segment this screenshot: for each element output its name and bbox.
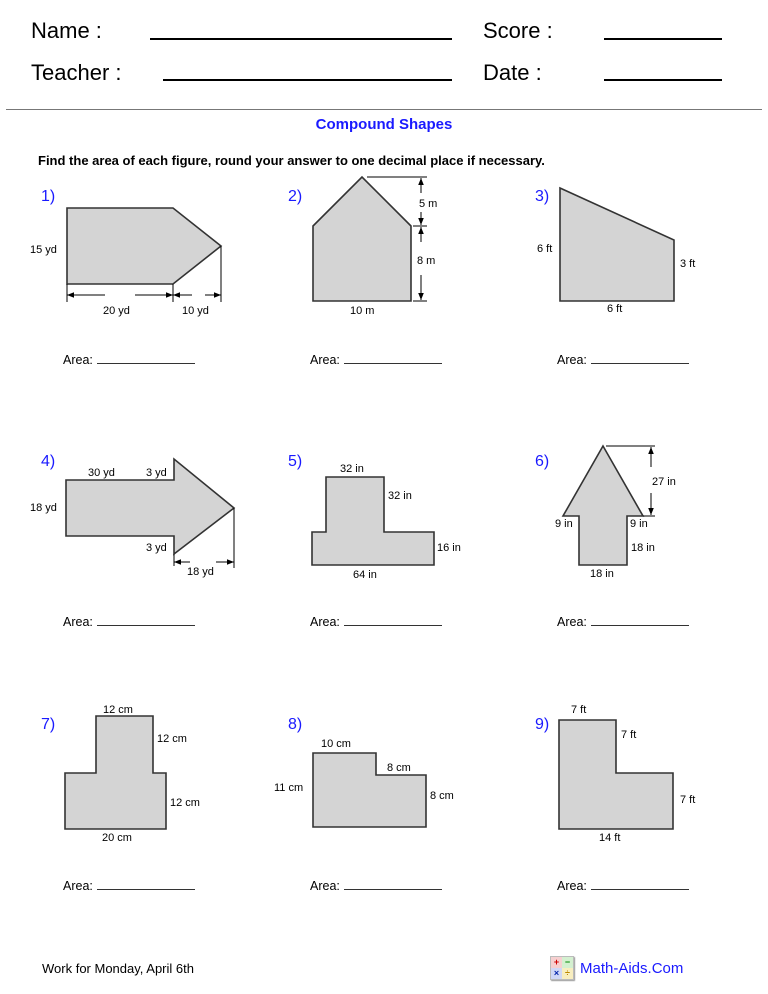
figure-6-label: 27 in xyxy=(652,476,676,488)
area-label: Area: xyxy=(310,353,340,367)
area-label: Area: xyxy=(63,615,93,629)
figure-1-shape xyxy=(66,207,223,285)
figure-5: 32 in 32 in 16 in 64 in xyxy=(311,463,461,581)
area-answer-line[interactable] xyxy=(96,888,195,890)
figure-4-label: 18 yd xyxy=(30,502,57,514)
figure-5-label: 32 in xyxy=(340,463,364,475)
figure-9: 7 ft 7 ft 7 ft 14 ft xyxy=(558,704,695,844)
figure-9-label: 7 ft xyxy=(621,729,636,741)
area-label: Area: xyxy=(63,353,93,367)
figure-2-label: 8 m xyxy=(417,255,435,267)
plus-glyph: + xyxy=(551,957,562,968)
figure-5-label: 32 in xyxy=(388,490,412,502)
figure-5-shape xyxy=(311,476,435,566)
figure-7-label: 12 cm xyxy=(170,797,200,809)
figure-4-label: 3 yd xyxy=(146,542,167,554)
area-answer-line[interactable] xyxy=(590,624,689,626)
minus-glyph: − xyxy=(562,957,573,968)
figure-9-label: 7 ft xyxy=(571,704,586,716)
figure-3: 6 ft 3 ft 6 ft xyxy=(537,186,695,315)
figure-8-label: 8 cm xyxy=(387,762,411,774)
figure-6-label: 18 in xyxy=(590,568,614,580)
figure-3-label: 3 ft xyxy=(680,258,695,270)
area-answer-line[interactable] xyxy=(590,888,689,890)
area-label: Area: xyxy=(63,879,93,893)
figure-1-label: 10 yd xyxy=(182,305,209,317)
area-answer-line[interactable] xyxy=(96,624,195,626)
figure-9-label: 7 ft xyxy=(680,794,695,806)
figure-5-label: 64 in xyxy=(353,569,377,581)
figure-7-shape xyxy=(64,715,167,830)
figure-3-shape xyxy=(559,186,675,302)
figure-6-label: 9 in xyxy=(630,518,648,530)
figure-6: 27 in 9 in 9 in 18 in 18 in xyxy=(555,444,676,580)
figure-2: 5 m 8 m 10 m xyxy=(312,175,437,317)
area-label: Area: xyxy=(557,615,587,629)
area-answer-line[interactable] xyxy=(343,888,442,890)
area-answer-line[interactable] xyxy=(590,362,689,364)
figure-4-label: 30 yd xyxy=(88,467,115,479)
figure-6-label: 18 in xyxy=(631,542,655,554)
brand-link[interactable]: + − × ÷ Math-Aids.Com xyxy=(550,956,683,980)
area-answer-line[interactable] xyxy=(343,362,442,364)
area-answer-8[interactable]: Area: xyxy=(310,879,442,893)
figure-1-label: 20 yd xyxy=(103,305,130,317)
figure-9-label: 14 ft xyxy=(599,832,620,844)
area-answer-3[interactable]: Area: xyxy=(557,353,689,367)
figure-8-label: 11 cm xyxy=(274,782,303,794)
figure-2-label: 10 m xyxy=(350,305,374,317)
area-label: Area: xyxy=(310,879,340,893)
figure-2-shape xyxy=(312,175,412,302)
area-label: Area: xyxy=(557,879,587,893)
area-answer-9[interactable]: Area: xyxy=(557,879,689,893)
figure-7-label: 12 cm xyxy=(157,733,187,745)
figure-1-label: 15 yd xyxy=(30,244,57,256)
figure-4-label: 3 yd xyxy=(146,467,167,479)
figure-3-label: 6 ft xyxy=(537,243,552,255)
figures-canvas: 15 yd 20 yd 10 yd 5 m 8 m 10 m 6 ft 3 ft… xyxy=(30,175,695,844)
area-label: Area: xyxy=(557,353,587,367)
figure-7-label: 12 cm xyxy=(103,704,133,716)
area-answer-6[interactable]: Area: xyxy=(557,615,689,629)
area-answer-7[interactable]: Area: xyxy=(63,879,195,893)
area-label: Area: xyxy=(310,615,340,629)
figure-8-label: 10 cm xyxy=(321,738,351,750)
times-glyph: × xyxy=(551,968,562,979)
area-answer-5[interactable]: Area: xyxy=(310,615,442,629)
figure-4-label: 18 yd xyxy=(187,566,214,578)
figure-6-label: 9 in xyxy=(555,518,573,530)
figure-3-label: 6 ft xyxy=(607,303,622,315)
figure-7: 12 cm 12 cm 12 cm 20 cm xyxy=(64,704,200,844)
figure-7-label: 20 cm xyxy=(102,832,132,844)
figure-1: 15 yd 20 yd 10 yd xyxy=(30,207,223,317)
figure-8-label: 8 cm xyxy=(430,790,454,802)
figure-9-shape xyxy=(558,719,674,830)
figure-2-label: 5 m xyxy=(419,198,437,210)
divide-glyph: ÷ xyxy=(562,968,573,979)
figure-4: 30 yd 3 yd 18 yd 3 yd 18 yd xyxy=(30,457,236,578)
area-answer-4[interactable]: Area: xyxy=(63,615,195,629)
area-answer-1[interactable]: Area: xyxy=(63,353,195,367)
brand-name[interactable]: Math-Aids.Com xyxy=(580,960,683,977)
footer-note: Work for Monday, April 6th xyxy=(42,961,194,976)
area-answer-2[interactable]: Area: xyxy=(310,353,442,367)
figure-5-label: 16 in xyxy=(437,542,461,554)
figure-8: 10 cm 8 cm 11 cm 8 cm xyxy=(274,738,454,828)
area-answer-line[interactable] xyxy=(343,624,442,626)
math-operators-icon: + − × ÷ xyxy=(550,956,574,980)
area-answer-line[interactable] xyxy=(96,362,195,364)
